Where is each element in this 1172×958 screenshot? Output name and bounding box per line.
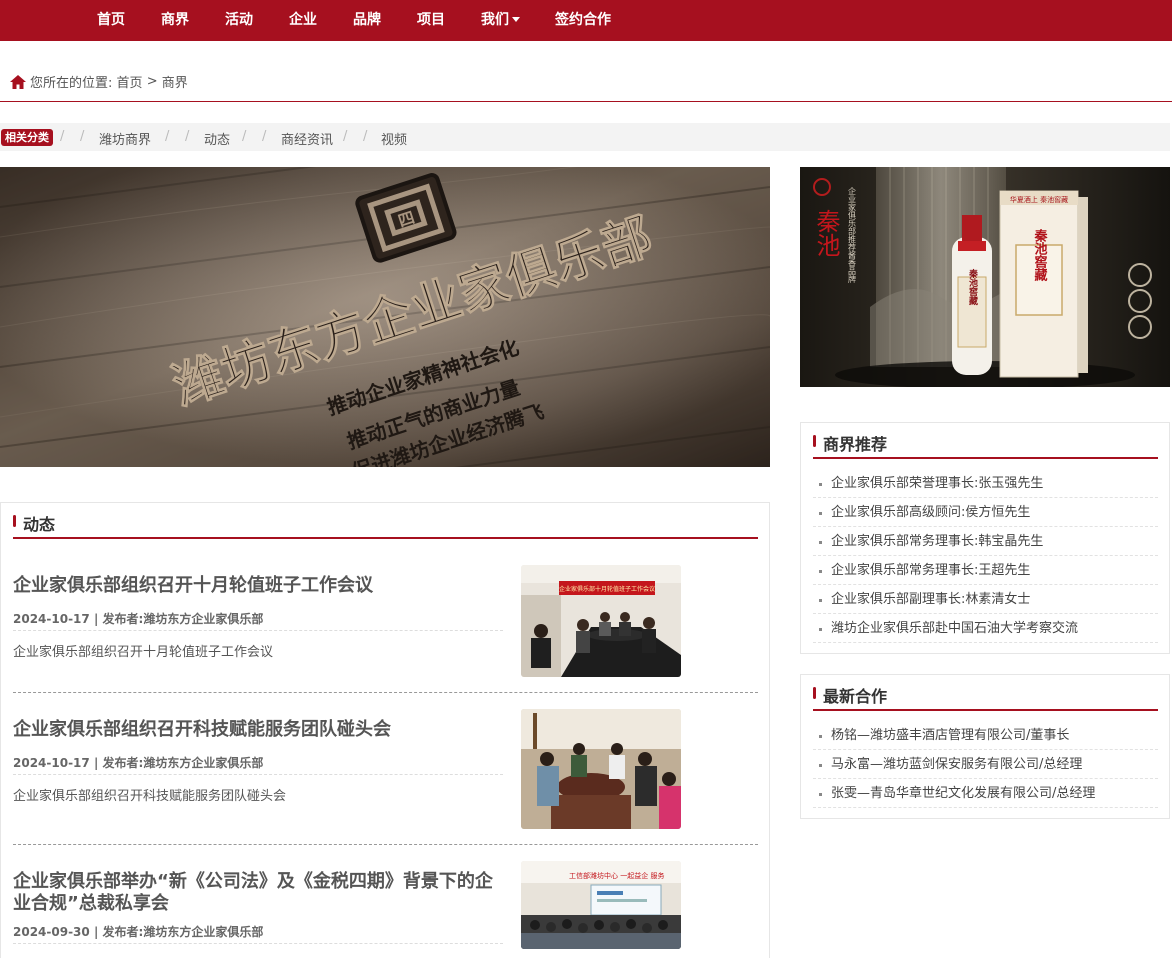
thumb-banner-text: 企业家俱乐部十月轮值班子工作会议 bbox=[559, 585, 655, 593]
news-meta: 2024-09-30 | 发布者:潍坊东方企业家俱乐部 bbox=[13, 923, 503, 944]
ad-brand-name: 秦池 bbox=[812, 209, 840, 257]
hero-banner[interactable]: 四 潍坊东方企业家俱乐部 推动企业家精神社会化 推动正气的商业力量 促进潍坊企业… bbox=[0, 167, 770, 467]
cooperation-item[interactable]: 杨铭—潍坊盛丰酒店管理有限公司/董事长 bbox=[813, 721, 1158, 750]
cooperation-item[interactable]: 马永富—潍坊蓝剑保安服务有限公司/总经理 bbox=[813, 750, 1158, 779]
side-ad-image: 秦池 企业家俱乐部推荐酱香品牌 华夏酒上 秦池窖藏 秦池窖藏 秦池窖藏 bbox=[800, 167, 1170, 387]
nav-about-label: 我们 bbox=[481, 12, 509, 28]
breadcrumb: 您所在的位置: 首页 > 商界 bbox=[10, 72, 188, 91]
ad-box-label: 华夏酒上 秦池窖藏 bbox=[1010, 195, 1068, 204]
nav-business[interactable]: 商界 bbox=[161, 0, 189, 41]
breadcrumb-divider bbox=[0, 101, 1172, 102]
category-separator: / bbox=[80, 129, 85, 144]
news-summary: 企业家俱乐部组织召开十月轮值班子工作会议 bbox=[13, 645, 274, 660]
category-separator: / bbox=[262, 129, 267, 144]
ad-bottle-label: 秦池窖藏 bbox=[967, 268, 979, 306]
recommend-item[interactable]: 潍坊企业家俱乐部赴中国石油大学考察交流 bbox=[813, 614, 1158, 643]
news-separator bbox=[13, 844, 758, 845]
news-date: 2024-10-17 bbox=[13, 612, 90, 626]
recommend-panel-title: 商界推荐 bbox=[813, 431, 887, 455]
top-navigation: 首页 商界 活动 企业 品牌 项目 我们 签约合作 bbox=[0, 0, 1172, 41]
news-title[interactable]: 企业家俱乐部组织召开十月轮值班子工作会议 bbox=[13, 575, 493, 597]
news-thumbnail[interactable]: 企业家俱乐部十月轮值班子工作会议 bbox=[521, 565, 681, 677]
nav-about-dropdown[interactable]: 我们 bbox=[481, 0, 520, 41]
recommend-item[interactable]: 企业家俱乐部常务理事长:韩宝晶先生 bbox=[813, 527, 1158, 556]
seminar-photo: 工信部潍坊中心 一起益企 服务 bbox=[521, 861, 681, 949]
category-weifang-business[interactable]: 潍坊商界 bbox=[99, 129, 151, 148]
meeting-photo: 企业家俱乐部十月轮值班子工作会议 bbox=[521, 565, 681, 677]
cooperation-panel: 最新合作 杨铭—潍坊盛丰酒店管理有限公司/董事长 马永富—潍坊蓝剑保安服务有限公… bbox=[800, 674, 1170, 819]
news-meta: 2024-10-17 | 发布者:潍坊东方企业家俱乐部 bbox=[13, 610, 503, 631]
category-separator: / bbox=[165, 129, 170, 144]
breadcrumb-separator: > bbox=[146, 74, 158, 89]
recommend-item[interactable]: 企业家俱乐部副理事长:林素清女士 bbox=[813, 585, 1158, 614]
cooperation-panel-title: 最新合作 bbox=[813, 683, 887, 707]
news-summary: 企业家俱乐部组织召开科技赋能服务团队碰头会 bbox=[13, 789, 287, 804]
news-publisher: 发布者:潍坊东方企业家俱乐部 bbox=[102, 756, 264, 770]
home-icon bbox=[10, 74, 26, 89]
news-title[interactable]: 企业家俱乐部举办“新《公司法》及《金税四期》背景下的企业合规”总裁私享会 bbox=[13, 871, 493, 915]
news-publisher: 发布者:潍坊东方企业家俱乐部 bbox=[102, 925, 264, 939]
news-date: 2024-09-30 bbox=[13, 925, 90, 939]
thumb-banner-text: 工信部潍坊中心 一起益企 服务 bbox=[569, 871, 664, 880]
category-separator: / bbox=[60, 129, 65, 144]
chevron-down-icon bbox=[512, 17, 520, 22]
news-thumbnail[interactable]: 工信部潍坊中心 一起益企 服务 bbox=[521, 861, 681, 949]
side-advertisement[interactable]: 秦池 企业家俱乐部推荐酱香品牌 华夏酒上 秦池窖藏 秦池窖藏 秦池窖藏 bbox=[800, 167, 1170, 387]
recommend-panel: 商界推荐 企业家俱乐部荣誉理事长:张玉强先生 企业家俱乐部高级顾问:侯方恒先生 … bbox=[800, 422, 1170, 654]
breadcrumb-home-link[interactable]: 首页 bbox=[117, 76, 143, 91]
cooperation-item[interactable]: 张雯—青岛华章世纪文化发展有限公司/总经理 bbox=[813, 779, 1158, 808]
ad-vertical-text: 企业家俱乐部推荐酱香品牌 bbox=[848, 186, 857, 284]
nav-home[interactable]: 首页 bbox=[97, 0, 125, 41]
category-separator: / bbox=[185, 129, 190, 144]
recommend-panel-rule bbox=[813, 457, 1158, 459]
news-panel-title: 动态 bbox=[13, 511, 55, 535]
category-business-news[interactable]: 商经资讯 bbox=[281, 129, 333, 148]
category-badge: 相关分类 bbox=[1, 129, 53, 146]
meeting-photo bbox=[521, 709, 681, 829]
nav-enterprise[interactable]: 企业 bbox=[289, 0, 317, 41]
news-separator bbox=[13, 692, 758, 693]
news-date: 2024-10-17 bbox=[13, 756, 90, 770]
category-dynamic[interactable]: 动态 bbox=[204, 129, 230, 148]
category-separator: / bbox=[363, 129, 368, 144]
recommend-item[interactable]: 企业家俱乐部荣誉理事长:张玉强先生 bbox=[813, 469, 1158, 498]
news-publisher: 发布者:潍坊东方企业家俱乐部 bbox=[102, 612, 264, 626]
cooperation-panel-rule bbox=[813, 709, 1158, 711]
nav-brand[interactable]: 品牌 bbox=[353, 0, 381, 41]
category-bar: 相关分类 / / 潍坊商界 / / 动态 / / 商经资讯 / / 视频 bbox=[0, 123, 1170, 151]
news-panel: 动态 企业家俱乐部组织召开十月轮值班子工作会议 2024-10-17 | 发布者… bbox=[0, 502, 770, 958]
news-meta: 2024-10-17 | 发布者:潍坊东方企业家俱乐部 bbox=[13, 754, 503, 775]
nav-projects[interactable]: 项目 bbox=[417, 0, 445, 41]
category-separator: / bbox=[343, 129, 348, 144]
news-item: 企业家俱乐部组织召开科技赋能服务团队碰头会 2024-10-17 | 发布者:潍… bbox=[13, 709, 758, 829]
recommend-list: 企业家俱乐部荣誉理事长:张玉强先生 企业家俱乐部高级顾问:侯方恒先生 企业家俱乐… bbox=[813, 469, 1158, 643]
news-panel-rule bbox=[13, 537, 758, 539]
ad-box-text: 秦池窖藏 bbox=[1032, 228, 1049, 282]
category-video[interactable]: 视频 bbox=[381, 129, 407, 148]
recommend-item[interactable]: 企业家俱乐部常务理事长:王超先生 bbox=[813, 556, 1158, 585]
breadcrumb-prefix: 您所在的位置: bbox=[30, 76, 113, 91]
breadcrumb-current[interactable]: 商界 bbox=[162, 76, 188, 91]
news-thumbnail[interactable] bbox=[521, 709, 681, 829]
recommend-item[interactable]: 企业家俱乐部高级顾问:侯方恒先生 bbox=[813, 498, 1158, 527]
hero-banner-image: 四 潍坊东方企业家俱乐部 推动企业家精神社会化 推动正气的商业力量 促进潍坊企业… bbox=[0, 167, 770, 467]
nav-activities[interactable]: 活动 bbox=[225, 0, 253, 41]
news-title[interactable]: 企业家俱乐部组织召开科技赋能服务团队碰头会 bbox=[13, 719, 493, 741]
cooperation-list: 杨铭—潍坊盛丰酒店管理有限公司/董事长 马永富—潍坊蓝剑保安服务有限公司/总经理… bbox=[813, 721, 1158, 808]
news-item: 企业家俱乐部组织召开十月轮值班子工作会议 2024-10-17 | 发布者:潍坊… bbox=[13, 565, 758, 685]
nav-sign-cooperation[interactable]: 签约合作 bbox=[555, 0, 611, 41]
news-item: 企业家俱乐部举办“新《公司法》及《金税四期》背景下的企业合规”总裁私享会 202… bbox=[13, 861, 758, 958]
category-separator: / bbox=[242, 129, 247, 144]
